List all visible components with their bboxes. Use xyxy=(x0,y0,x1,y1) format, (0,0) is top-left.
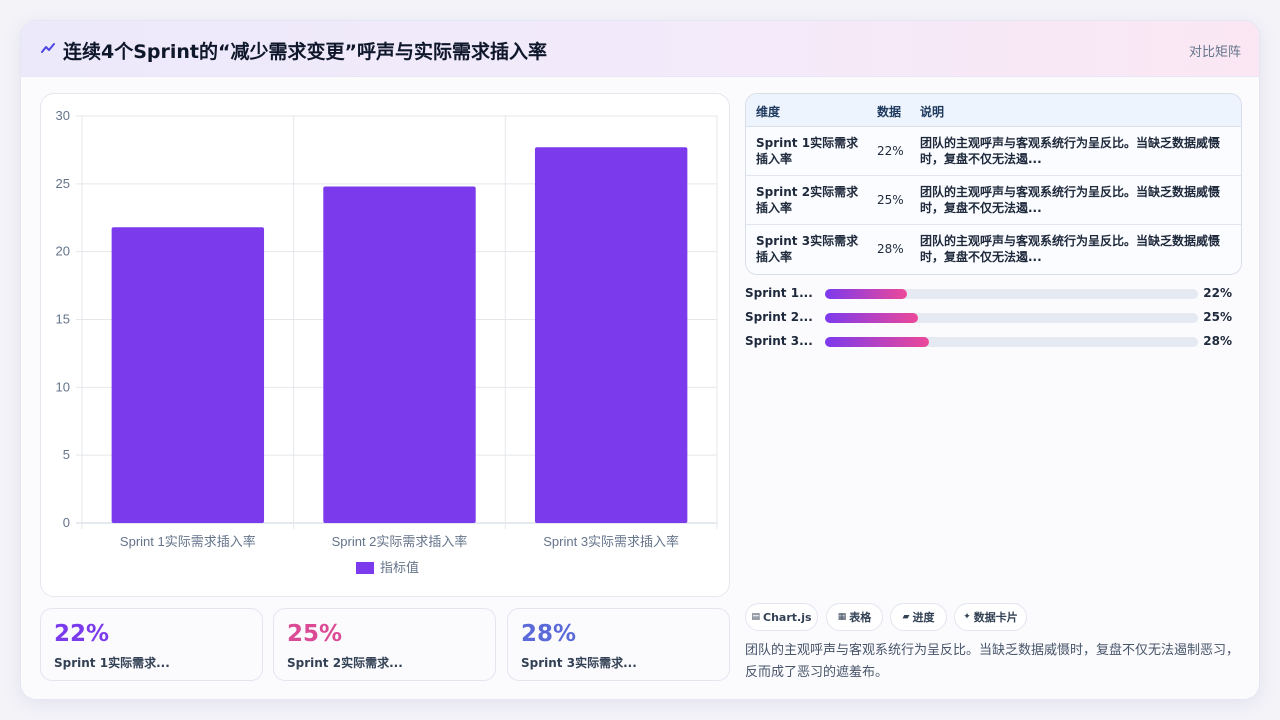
progress-track xyxy=(825,289,1198,299)
stat-value: 28% xyxy=(521,621,577,647)
table-cell-value: 28% xyxy=(877,242,904,256)
table-cell-dimension: Sprint 3实际需求插入率 xyxy=(756,234,859,264)
trend-icon xyxy=(41,43,55,53)
chip-label: 进度 xyxy=(912,611,935,624)
progress-icon: ▰ xyxy=(902,612,910,622)
bar-chart-panel: 0 5 10 15 20 25 30 Sprint 1实际需求插入率 Sprint 2实际需求插… xyxy=(40,93,730,597)
chip-label: Chart.js xyxy=(763,610,812,624)
table-cell-dimension: Sprint 2实际需求插入率 xyxy=(756,185,859,215)
stat-card: 25% Sprint 2实际需求... xyxy=(273,608,496,681)
x-tick-label: Sprint 2实际需求插入率 xyxy=(332,534,468,549)
progress-fill xyxy=(825,337,930,347)
bar xyxy=(534,147,688,523)
table-cell-description: 团队的主观呼声与客观系统行为呈反比。当缺乏数据威慑时，复盘不仅无法遏... xyxy=(920,136,1221,166)
bar xyxy=(111,227,265,523)
page-title: 连续4个Sprint的“减少需求变更”呼声与实际需求插入率 xyxy=(63,41,547,63)
legend-swatch xyxy=(356,562,374,574)
column-header: 维度 xyxy=(756,105,781,119)
view-tag: 对比矩阵 xyxy=(1188,45,1241,60)
table-icon: ▦ xyxy=(837,612,847,622)
y-tick-label: 5 xyxy=(63,447,70,462)
y-tick-label: 20 xyxy=(56,244,70,259)
y-tick-label: 10 xyxy=(56,379,70,394)
sparkle-icon: ✦ xyxy=(963,612,971,622)
legend-label: 指标值 xyxy=(380,560,419,575)
table-row: Sprint 3实际需求插入率 28% 团队的主观呼声与客观系统行为呈反比。当缺… xyxy=(746,225,1241,274)
table-header: 维度 数据 说明 xyxy=(746,94,1241,127)
column-header: 数据 xyxy=(877,105,902,119)
dashboard-card: 连续4个Sprint的“减少需求变更”呼声与实际需求插入率 对比矩阵 0 5 10 1… xyxy=(20,20,1260,700)
chip-label: 数据卡片 xyxy=(973,611,1018,624)
stat-value: 22% xyxy=(54,621,110,647)
y-tick-label: 25 xyxy=(56,176,70,191)
progress-fill xyxy=(825,289,908,299)
bar xyxy=(323,186,476,523)
stat-value: 25% xyxy=(287,621,343,647)
x-tick-label: Sprint 3实际需求插入率 xyxy=(543,534,679,549)
y-tick-label: 15 xyxy=(56,312,70,327)
stat-label: Sprint 2实际需求... xyxy=(287,656,403,670)
y-tick-label: 30 xyxy=(56,108,70,123)
stat-label: Sprint 3实际需求... xyxy=(521,656,637,670)
chip-label: 表格 xyxy=(849,611,872,624)
progress-value: 22% xyxy=(1203,286,1232,300)
table-row: Sprint 2实际需求插入率 25% 团队的主观呼声与客观系统行为呈反比。当缺… xyxy=(746,176,1241,225)
comparison-table: 维度 数据 说明 Sprint 1实际需求插入率 22% 团队的主观呼声与客观系… xyxy=(745,93,1242,275)
page-header: 连续4个Sprint的“减少需求变更”呼声与实际需求插入率 对比矩阵 xyxy=(21,21,1259,77)
progress-value: 28% xyxy=(1203,334,1232,348)
stat-label: Sprint 1实际需求... xyxy=(54,656,170,670)
progress-label: Sprint 3... xyxy=(745,334,813,348)
progress-value: 25% xyxy=(1203,310,1232,324)
y-tick-label: 0 xyxy=(63,515,70,530)
progress-label: Sprint 1... xyxy=(745,286,813,300)
summary-text: 团队的主观呼声与客观系统行为呈反比。当缺乏数据威慑时，复盘不仅无法遏制恶习，反而… xyxy=(745,643,1240,680)
table-cell-value: 22% xyxy=(877,144,904,158)
progress-row: Sprint 3... 28% xyxy=(745,332,1242,352)
chart-icon: ▤ xyxy=(751,612,760,622)
chip-data-card[interactable]: ✦ 数据卡片 xyxy=(954,603,1027,631)
progress-track xyxy=(825,337,1198,347)
progress-label: Sprint 2... xyxy=(745,310,813,324)
x-tick-label: Sprint 1实际需求插入率 xyxy=(120,534,256,549)
chip-table[interactable]: ▦ 表格 xyxy=(826,603,883,631)
progress-row: Sprint 1... 22% xyxy=(745,284,1242,304)
chip-chartjs[interactable]: ▤ Chart.js xyxy=(745,603,818,631)
progress-track xyxy=(825,313,1198,323)
stat-card: 28% Sprint 3实际需求... xyxy=(507,608,730,681)
table-cell-description: 团队的主观呼声与客观系统行为呈反比。当缺乏数据威慑时，复盘不仅无法遏... xyxy=(920,185,1221,215)
progress-row: Sprint 2... 25% xyxy=(745,308,1242,328)
column-header: 说明 xyxy=(920,105,945,119)
table-cell-value: 25% xyxy=(877,193,904,207)
bar-chart: 0 5 10 15 20 25 30 Sprint 1实际需求插入率 Sprint 2实际需求插… xyxy=(56,108,718,575)
table-cell-description: 团队的主观呼声与客观系统行为呈反比。当缺乏数据威慑时，复盘不仅无法遏... xyxy=(920,234,1221,264)
table-cell-dimension: Sprint 1实际需求插入率 xyxy=(756,136,859,166)
progress-fill xyxy=(825,313,919,323)
chip-progress[interactable]: ▰ 进度 xyxy=(890,603,947,631)
table-row: Sprint 1实际需求插入率 22% 团队的主观呼声与客观系统行为呈反比。当缺… xyxy=(746,127,1241,176)
stat-card: 22% Sprint 1实际需求... xyxy=(40,608,263,681)
